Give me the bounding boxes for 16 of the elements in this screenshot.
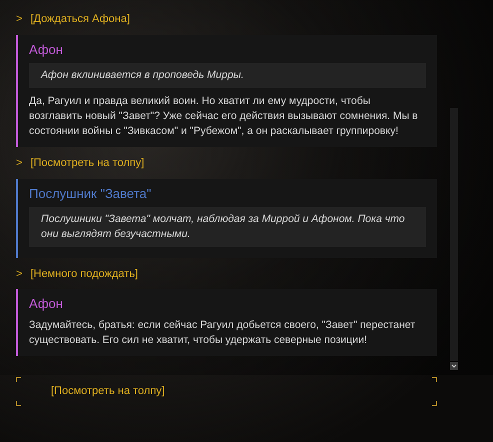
chevron-icon: > — [16, 11, 22, 28]
speaker-name: Афон — [29, 295, 64, 314]
chevron-icon: > — [16, 155, 22, 172]
scroll-down-icon[interactable] — [450, 362, 458, 370]
narration-text: Афон вклинивается в проповедь Мирры. — [29, 63, 426, 88]
chosen-option: [Немного подождать] — [30, 266, 138, 282]
speaker-name: Послушник "Завета" — [29, 184, 152, 203]
chevron-icon: > — [16, 266, 22, 282]
option-button[interactable]: [Посмотреть на толпу] — [51, 383, 165, 400]
chosen-option: [Посмотреть на толпу] — [30, 155, 144, 172]
scrollbar[interactable] — [450, 108, 458, 361]
narration-text: Послушники "Завета" молчат, наблюдая за Миррой и Афоном. Пока что они выглядят безучастными. — [29, 207, 426, 247]
speaker-name: Афон — [29, 40, 64, 59]
dialogue-text: Задумайтесь, братья: если сейчас Рагуил добьется своего, "Завет" перестанет существовать. Его сил не хватит, чтобы удержать северные позиции! — [29, 318, 416, 348]
dialogue-text: Да, Рагуил и правда великий воин. Но хватит ли ему мудрости, чтобы возглавить новый "Завет"? Уже сейчас его действия вызывают сомнения. Мы в состоянии войны с "Зивкасом" и "Рубежом", а он раскалывает группировку! — [29, 94, 419, 140]
chosen-option: [Дождаться Афона] — [30, 11, 130, 28]
